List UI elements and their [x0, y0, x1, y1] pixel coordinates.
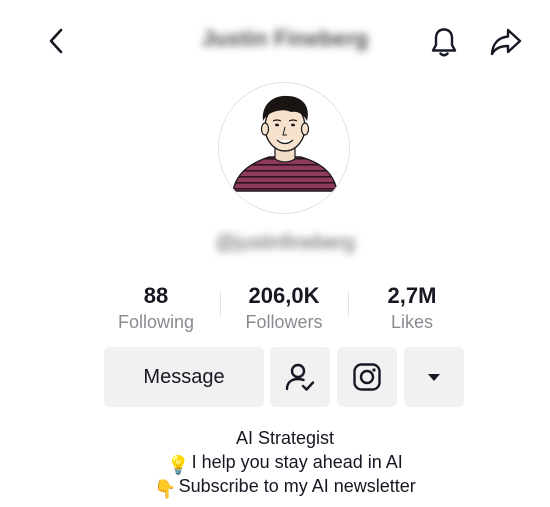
more-options-button[interactable]	[404, 347, 464, 407]
instagram-icon	[353, 363, 381, 391]
avatar-image	[232, 95, 338, 192]
bio-line-1: AI Strategist	[235, 428, 335, 448]
follow-status-button[interactable]	[270, 347, 330, 407]
pointing-down-emoji-icon: 👇	[154, 479, 177, 499]
bio-line-2: 💡 I help you stay ahead in AI	[100, 450, 470, 477]
following-label: Following	[117, 312, 195, 332]
bio-line-3: 👇 Subscribe to my AI newsletter	[100, 474, 470, 501]
followers-stat[interactable]: 206,0K Followers	[224, 283, 344, 334]
following-stat[interactable]: 88 Following	[106, 283, 206, 334]
share-arrow-icon	[490, 28, 522, 56]
bio-line-2-text: I help you stay ahead in AI	[191, 452, 403, 472]
message-button-label: Message	[143, 365, 225, 388]
chevron-left-icon	[49, 28, 63, 54]
likes-count: 2,7M	[387, 283, 437, 308]
stat-divider	[220, 292, 221, 316]
profile-name-title: Justin Fineberg	[201, 26, 369, 51]
following-count: 88	[143, 283, 169, 308]
bio-line-3-text: Subscribe to my AI newsletter	[178, 476, 416, 496]
notifications-button[interactable]	[424, 22, 464, 62]
back-button[interactable]	[38, 22, 76, 60]
bell-icon	[431, 28, 457, 57]
stat-divider	[348, 292, 349, 316]
likes-label: Likes	[390, 312, 434, 332]
likes-stat[interactable]: 2,7M Likes	[362, 283, 462, 334]
instagram-button[interactable]	[337, 347, 397, 407]
followers-label: Followers	[245, 312, 323, 332]
avatar[interactable]	[218, 82, 350, 214]
share-button[interactable]	[484, 22, 528, 62]
profile-handle: @justinfineberg	[215, 232, 355, 254]
person-check-icon	[285, 363, 315, 391]
followers-count: 206,0K	[248, 283, 320, 308]
caret-down-icon	[428, 374, 440, 381]
message-button[interactable]: Message	[104, 347, 264, 407]
